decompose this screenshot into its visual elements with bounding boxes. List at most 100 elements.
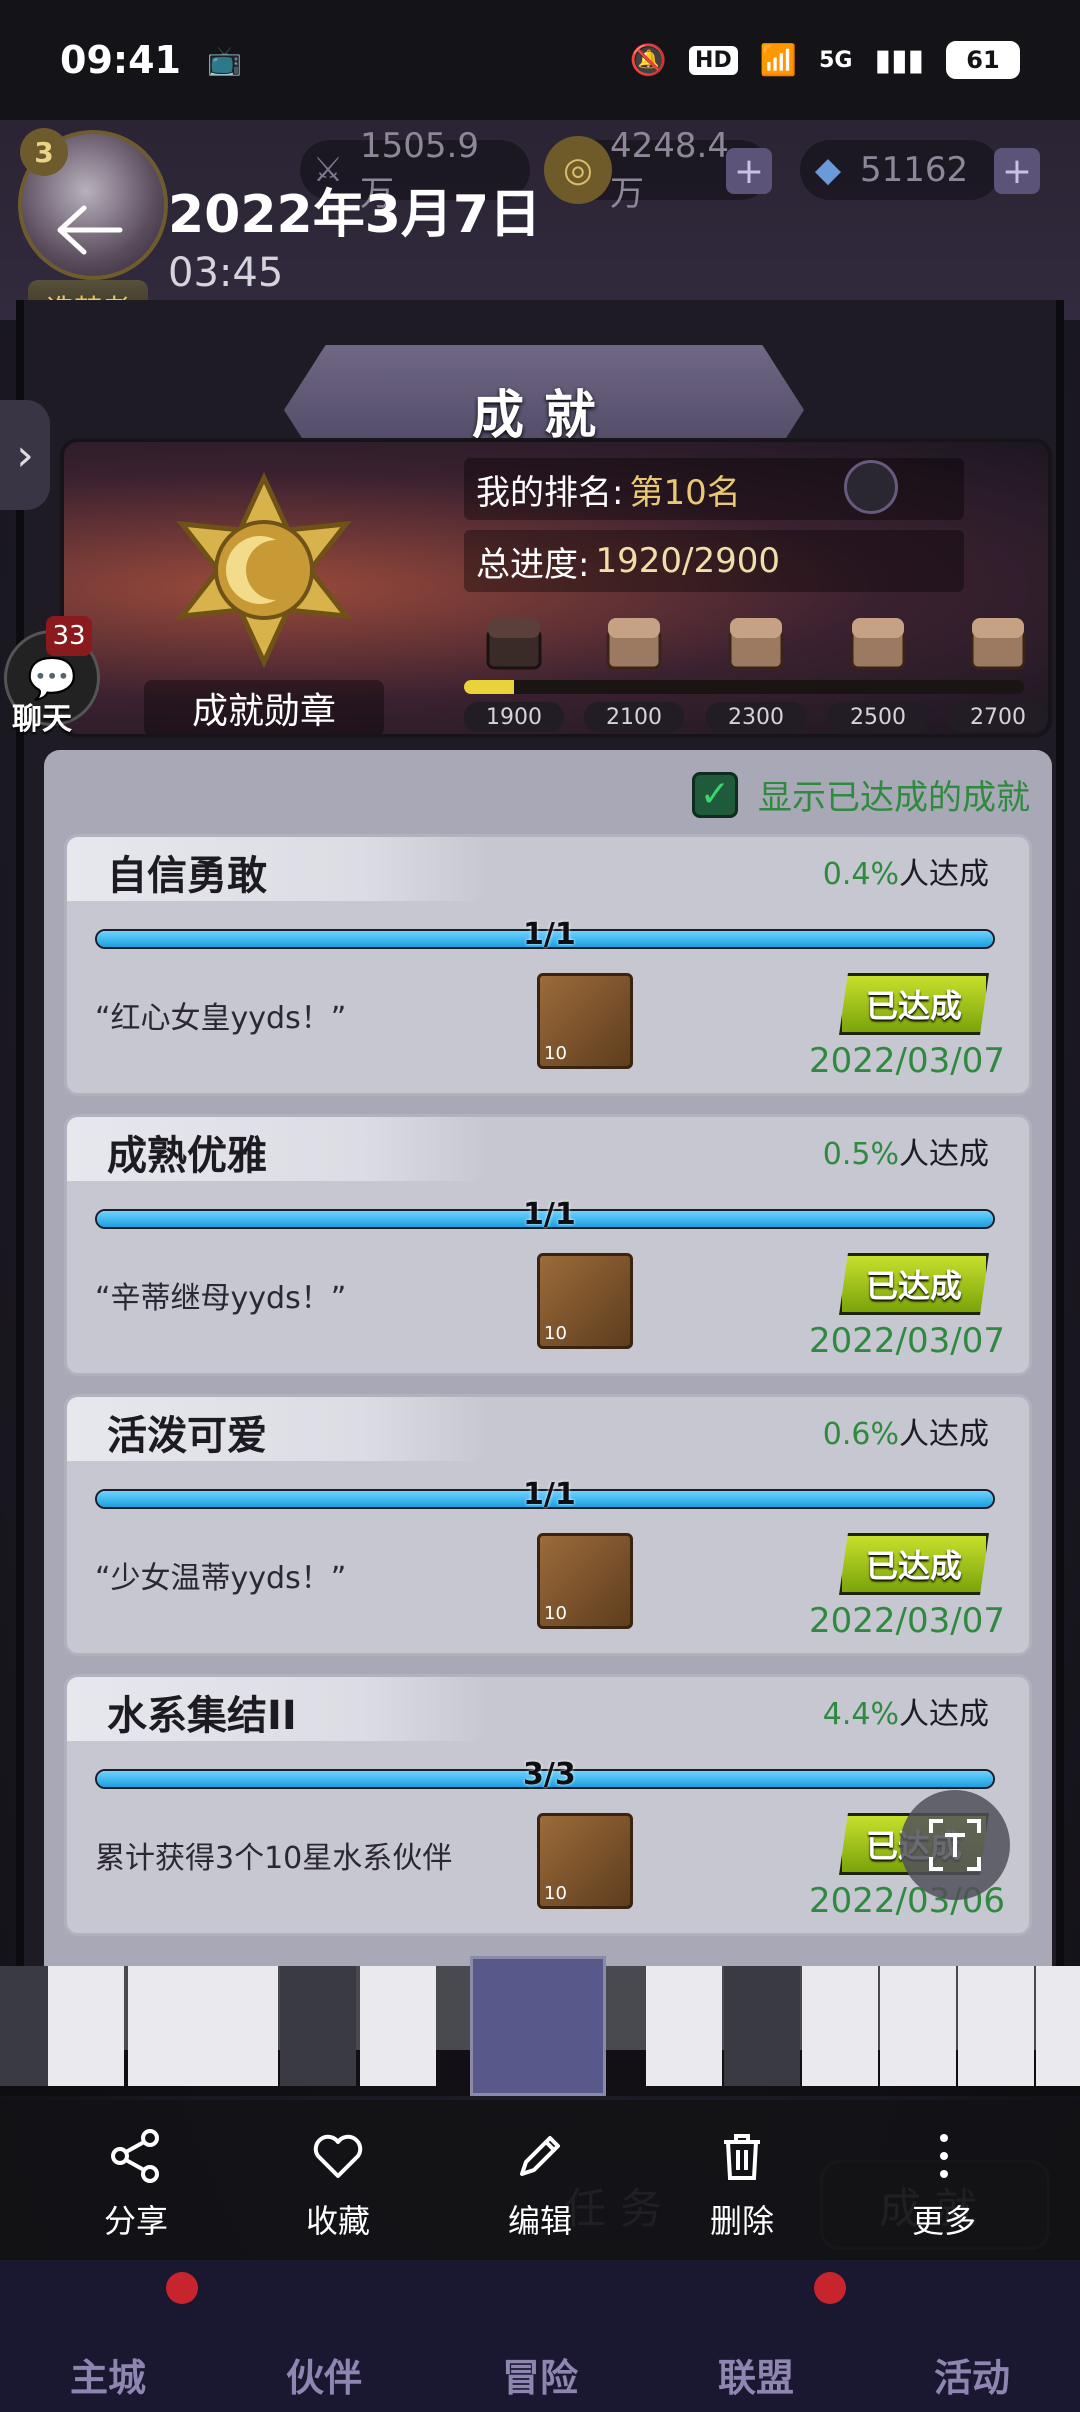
milestone-tick: 2300 xyxy=(706,702,806,732)
achievement-title: 成熟优雅 xyxy=(107,1133,267,1179)
achievement-title: 活泼可爱 xyxy=(107,1413,267,1459)
achievement-card[interactable]: 活泼可爱 0.6%人达成 1/1 “少女温蒂yyds！” 10 已达成 2022… xyxy=(64,1394,1032,1656)
battery-icon: 61 xyxy=(946,41,1020,79)
rate-suffix: 人达成 xyxy=(899,1137,989,1172)
rate-suffix: 人达成 xyxy=(899,857,989,892)
thumbnail-selected[interactable] xyxy=(470,1956,606,2096)
achievement-card[interactable]: 成熟优雅 0.5%人达成 1/1 “辛蒂继母yyds！” 10 已达成 2022… xyxy=(64,1114,1032,1376)
achievement-desc: 累计获得3个10星水系伙伴 xyxy=(95,1841,453,1876)
thumbnail[interactable] xyxy=(958,1966,1034,2086)
status-bar: 09:41 📺 🔕 HD 📶 5G ▮▮▮ 61 xyxy=(0,0,1080,120)
rate-percent: 4.4% xyxy=(822,1697,899,1732)
edit-button[interactable]: 编辑 xyxy=(470,2128,610,2242)
achievement-rate: 0.5%人达成 xyxy=(823,1129,989,1173)
reward-count: 10 xyxy=(544,1603,567,1624)
add-gem-button[interactable]: + xyxy=(994,148,1040,194)
notification-dot xyxy=(166,2272,198,2304)
pencil-icon xyxy=(520,2136,560,2176)
coin-icon: ◎ xyxy=(544,136,612,204)
rank-label: 我的排名: xyxy=(476,472,624,513)
thumbnail[interactable] xyxy=(202,1966,278,2086)
chest-icon[interactable] xyxy=(484,610,544,674)
scan-text-icon xyxy=(929,1819,981,1871)
wifi-icon: 📶 xyxy=(759,42,798,78)
photo-date: 2022年3月7日 xyxy=(168,185,542,245)
mute-icon: 🔕 xyxy=(629,42,668,78)
chest-icon[interactable] xyxy=(968,610,1028,674)
scan-text-button[interactable] xyxy=(900,1790,1010,1900)
thumbnail[interactable] xyxy=(880,1966,956,2086)
chat-label: 聊天 xyxy=(12,702,72,737)
diamond-icon: ◆ xyxy=(814,150,842,190)
heart-icon xyxy=(313,2134,363,2178)
nav-partners[interactable]: 伙伴 xyxy=(216,2260,432,2412)
rate-percent: 0.5% xyxy=(822,1137,899,1172)
thumbnail[interactable] xyxy=(128,1966,204,2086)
thumbnail[interactable] xyxy=(280,1966,356,2086)
network-label: 5G xyxy=(819,47,853,73)
achievement-date: 2022/03/07 xyxy=(809,1041,1005,1081)
thumbnail[interactable] xyxy=(360,1966,436,2086)
thumbnail[interactable] xyxy=(646,1966,722,2086)
more-icon xyxy=(940,2134,948,2178)
screen: 09:41 📺 🔕 HD 📶 5G ▮▮▮ 61 3 ⚔ 1505.9万 ◎ 4… xyxy=(0,0,1080,2412)
achievement-title: 自信勇敢 xyxy=(107,853,267,899)
show-completed-toggle[interactable]: ✓ 显示已达成的成就 xyxy=(692,770,1030,819)
show-completed-label: 显示已达成的成就 xyxy=(758,778,1030,818)
nav-adventure[interactable]: 冒险 xyxy=(432,2260,648,2412)
thumbnail[interactable] xyxy=(1036,1966,1080,2086)
reward-count: 10 xyxy=(544,1043,567,1064)
photo-action-bar: 分享 收藏 编辑 删除 更多 xyxy=(0,2100,1080,2260)
chat-count-badge: 33 xyxy=(46,616,92,656)
rate-percent: 0.4% xyxy=(822,857,899,892)
thumbnail[interactable] xyxy=(48,1966,124,2086)
rank-value: 第10名 xyxy=(629,472,741,513)
progress-text: 3/3 xyxy=(523,1757,576,1792)
medal-icon xyxy=(176,472,352,668)
achievement-card[interactable]: 自信勇敢 0.4%人达成 1/1 “红心女皇yyds！” 10 已达成 2022… xyxy=(64,834,1032,1096)
share-button[interactable]: 分享 xyxy=(66,2128,206,2242)
favorite-button[interactable]: 收藏 xyxy=(268,2128,408,2242)
achievement-card[interactable]: 水系集结II 4.4%人达成 3/3 累计获得3个10星水系伙伴 10 已达成 … xyxy=(64,1674,1032,1936)
reward-count: 10 xyxy=(544,1883,567,1904)
delete-button[interactable]: 删除 xyxy=(672,2128,812,2242)
achievement-date: 2022/03/07 xyxy=(809,1321,1005,1361)
completed-stamp: 已达成 xyxy=(839,973,989,1035)
progress-text: 1/1 xyxy=(523,1477,576,1512)
check-icon[interactable]: ✓ xyxy=(692,771,738,818)
thumbnail[interactable] xyxy=(802,1966,878,2086)
reward-medal-icon[interactable]: 10 xyxy=(537,1813,633,1909)
status-icons: 🔕 HD 📶 5G ▮▮▮ 61 xyxy=(630,41,1020,79)
thumbnail-strip[interactable] xyxy=(0,1956,1080,2096)
reward-medal-icon[interactable]: 10 xyxy=(537,1253,633,1349)
achievement-rate: 0.6%人达成 xyxy=(823,1409,989,1453)
achievement-panel: 成就 成就勋章 我的排名: 第10名 总进度: 1920/2900 1900 2… xyxy=(16,300,1064,2050)
achievement-rate: 4.4%人达成 xyxy=(823,1689,989,1733)
search-icon[interactable] xyxy=(844,460,898,514)
progress-label: 总进度: xyxy=(476,544,590,585)
chest-icon[interactable] xyxy=(848,610,908,674)
game-bottom-nav: 主城 伙伴 冒险 联盟 活动 xyxy=(0,2260,1080,2412)
share-label: 分享 xyxy=(103,2202,168,2240)
milestone-tick: 1900 xyxy=(464,702,564,732)
notification-dot xyxy=(814,2272,846,2304)
achievement-title: 水系集结II xyxy=(107,1693,297,1739)
back-arrow-icon[interactable] xyxy=(54,200,124,260)
gem-value: 51162 xyxy=(860,150,969,190)
more-label: 更多 xyxy=(911,2202,976,2240)
share-icon xyxy=(111,2129,159,2183)
chest-icon[interactable] xyxy=(726,610,786,674)
side-expand-arrow-icon[interactable]: › xyxy=(0,400,50,510)
signal-icon: ▮▮▮ xyxy=(874,42,924,78)
milestone-tick: 2500 xyxy=(828,702,928,732)
chest-icon[interactable] xyxy=(604,610,664,674)
add-gold-button[interactable]: + xyxy=(726,148,772,194)
nav-events[interactable]: 活动 xyxy=(864,2260,1080,2412)
thumbnail[interactable] xyxy=(724,1966,800,2086)
more-button[interactable]: 更多 xyxy=(874,2128,1014,2242)
reward-medal-icon[interactable]: 10 xyxy=(537,973,633,1069)
status-time: 09:41 xyxy=(60,38,181,82)
reward-medal-icon[interactable]: 10 xyxy=(537,1533,633,1629)
milestone-progress-bar xyxy=(464,680,1024,694)
edit-label: 编辑 xyxy=(507,2202,572,2240)
